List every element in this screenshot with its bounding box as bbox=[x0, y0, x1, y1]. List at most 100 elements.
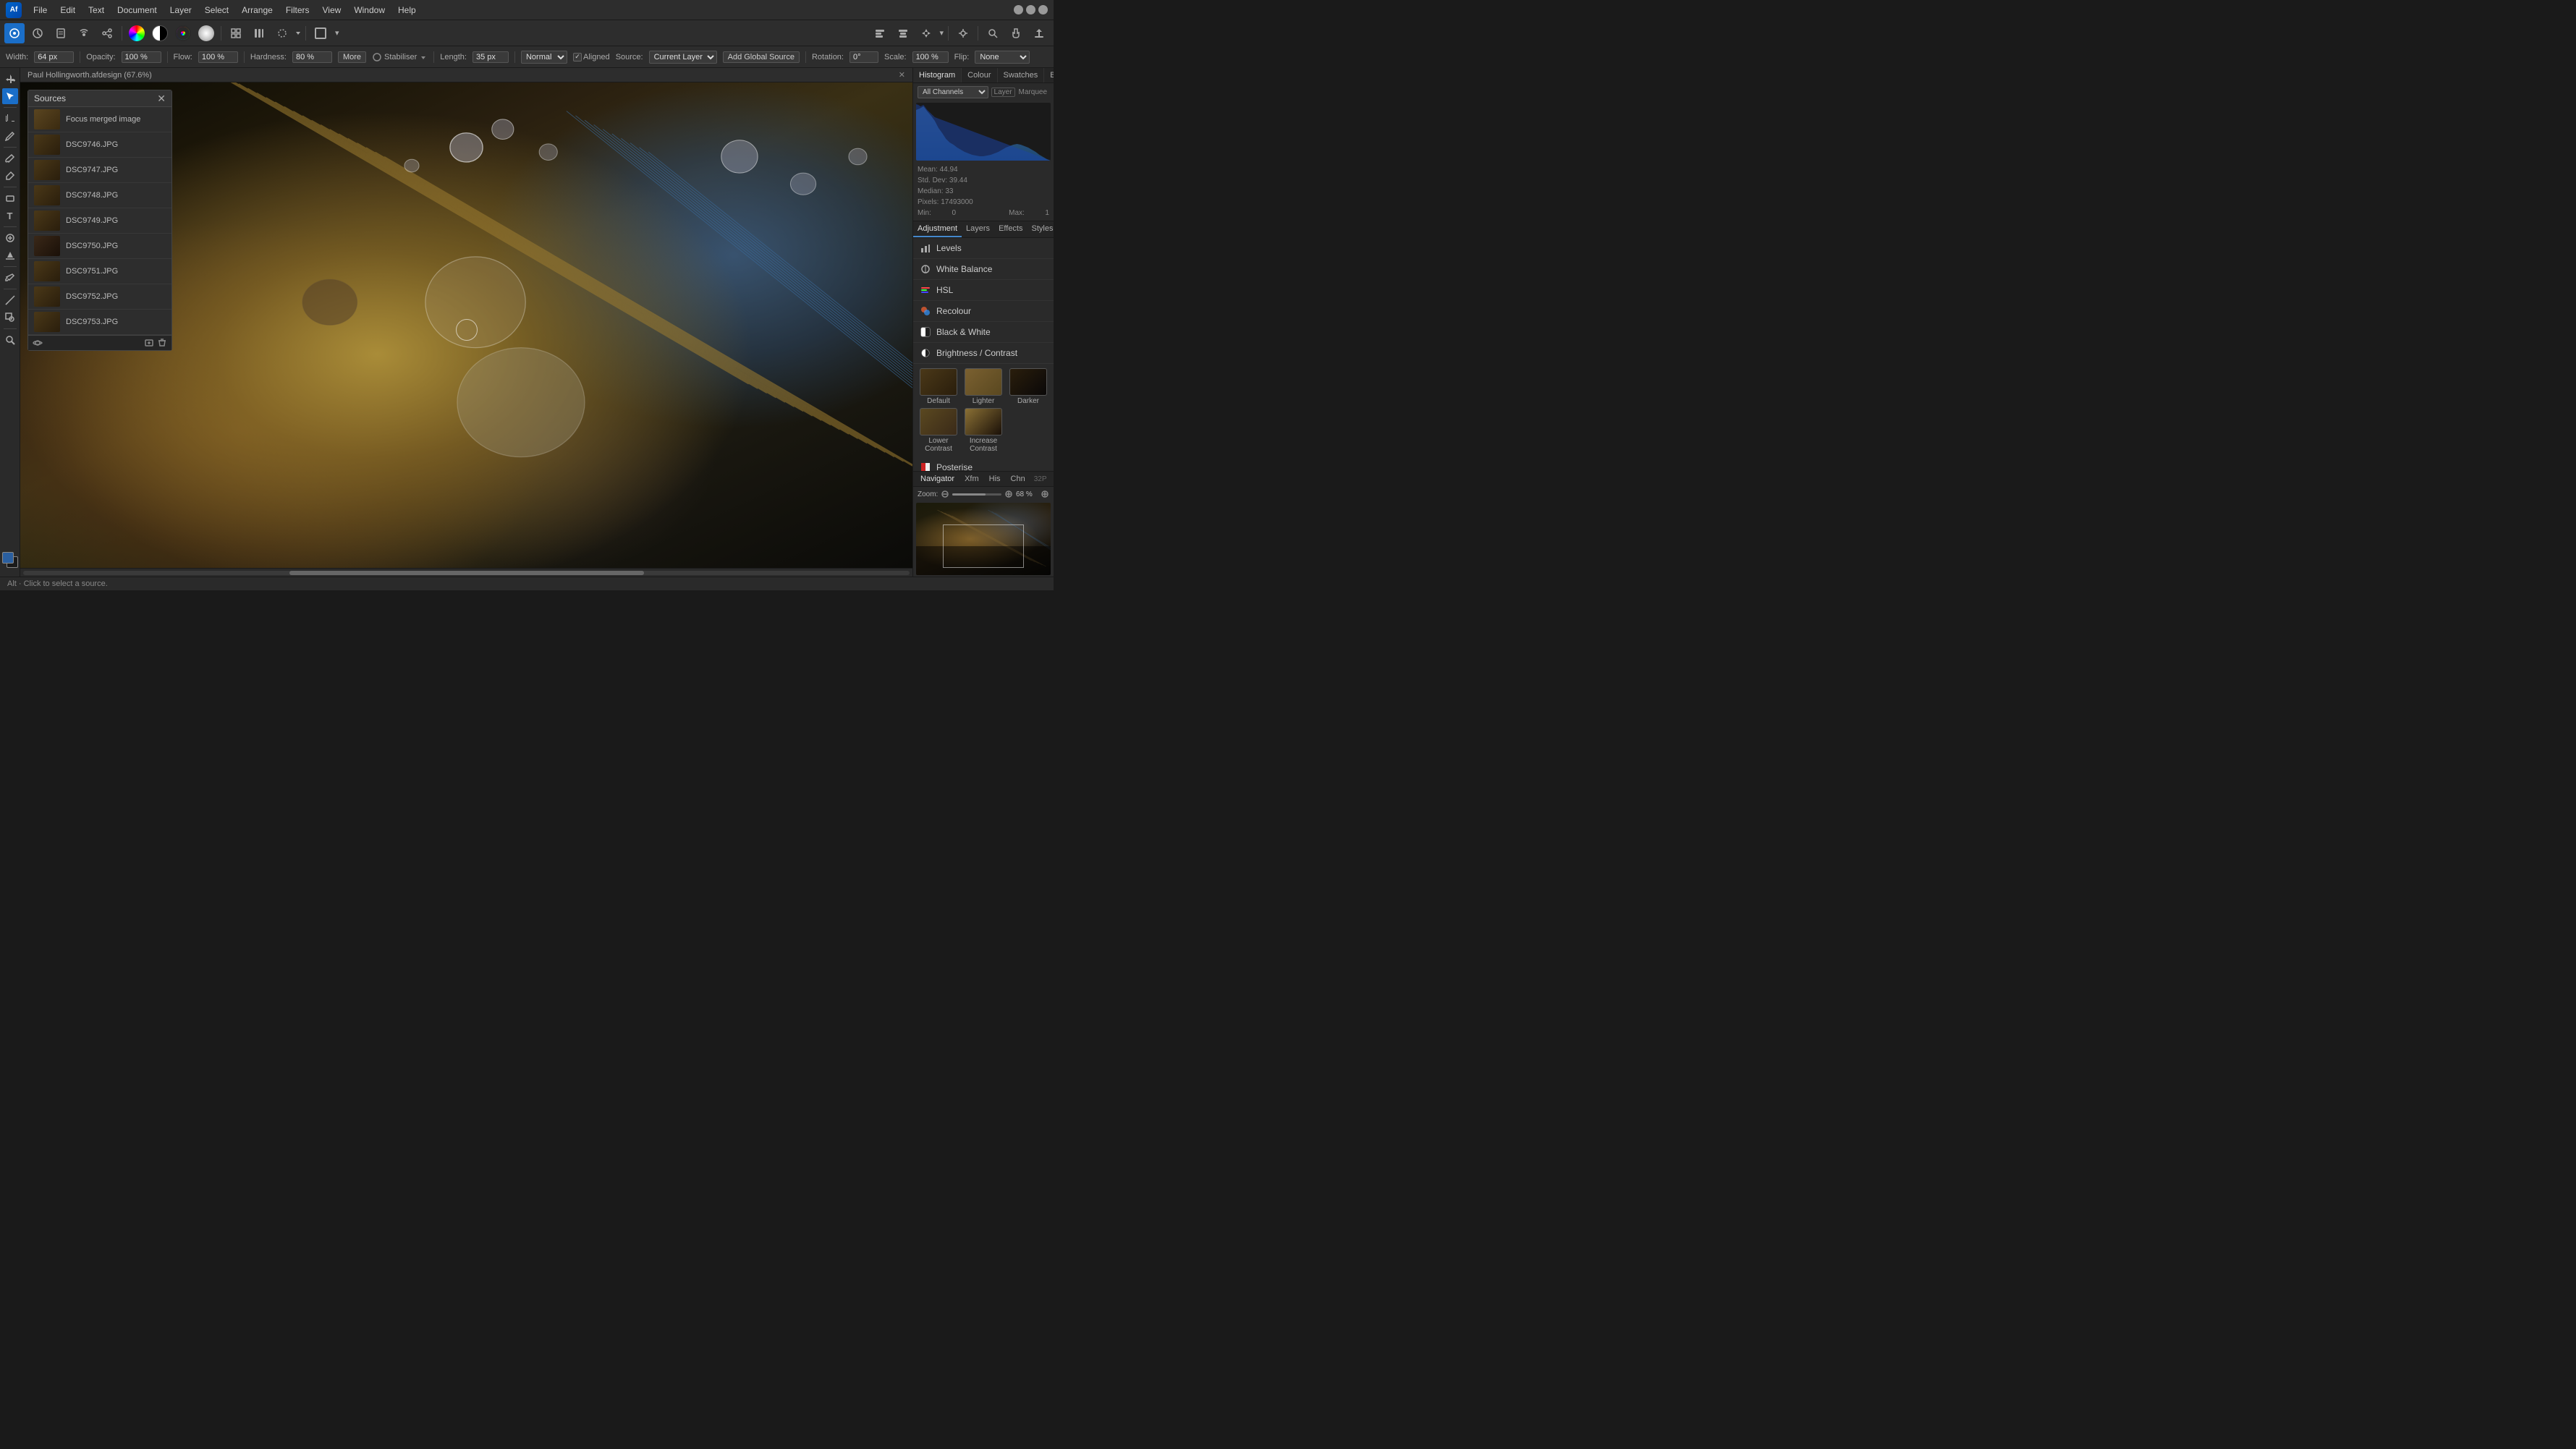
foreground-color-swatch[interactable] bbox=[2, 552, 14, 564]
tab-histogram[interactable]: Histogram bbox=[913, 68, 962, 82]
adj-levels[interactable]: Levels bbox=[913, 238, 1054, 259]
arr-dropdown[interactable]: ▾ bbox=[939, 28, 944, 38]
width-input[interactable] bbox=[34, 51, 74, 63]
horizontal-scrollbar[interactable] bbox=[20, 568, 912, 577]
persona-share-btn[interactable] bbox=[97, 23, 117, 43]
source-item-1[interactable]: DSC9747.JPG bbox=[28, 158, 171, 183]
color-ring-btn[interactable] bbox=[173, 23, 193, 43]
shape-tool[interactable] bbox=[2, 190, 18, 206]
tab-swatches[interactable]: Swatches bbox=[998, 68, 1045, 82]
zoom-reset-btn[interactable] bbox=[983, 23, 1003, 43]
clone-tool[interactable] bbox=[2, 230, 18, 246]
marquee-btn[interactable] bbox=[272, 23, 292, 43]
eye-icon[interactable] bbox=[33, 338, 43, 348]
menu-filters[interactable]: Filters bbox=[280, 4, 315, 17]
adj-tab-adjustment[interactable]: Adjustment bbox=[913, 221, 962, 237]
scale-input[interactable] bbox=[912, 51, 949, 63]
minimize-button[interactable] bbox=[1014, 5, 1023, 14]
source-item-6[interactable]: DSC9752.JPG bbox=[28, 284, 171, 310]
adj-tab-effects[interactable]: Effects bbox=[994, 221, 1027, 237]
menu-select[interactable]: Select bbox=[199, 4, 234, 17]
source-item-focus[interactable]: Focus merged image bbox=[28, 107, 171, 132]
nav-tab-chn[interactable]: Chn bbox=[1008, 474, 1028, 484]
persona-history-btn[interactable] bbox=[27, 23, 48, 43]
measure-tool[interactable] bbox=[2, 292, 18, 308]
nav-tab-navigator[interactable]: Navigator bbox=[918, 474, 957, 484]
rotation-input[interactable] bbox=[850, 51, 878, 63]
length-input[interactable] bbox=[473, 51, 509, 63]
adj-tab-styles[interactable]: Styles bbox=[1028, 221, 1054, 237]
source-select[interactable]: Current Layer All Layers bbox=[649, 51, 717, 64]
blend-mode-select[interactable]: Normal Multiply Screen bbox=[521, 51, 567, 64]
paint-tool[interactable] bbox=[2, 150, 18, 166]
preset-darker[interactable]: Darker bbox=[1007, 368, 1049, 405]
move-tool[interactable] bbox=[2, 71, 18, 87]
light-circle-btn[interactable] bbox=[196, 23, 216, 43]
text-tool[interactable]: T bbox=[2, 208, 18, 224]
menu-document[interactable]: Document bbox=[111, 4, 163, 17]
flow-input[interactable] bbox=[198, 51, 238, 63]
select-tool[interactable] bbox=[2, 88, 18, 104]
adj-hsl[interactable]: HSL bbox=[913, 280, 1054, 301]
persona-broadcast-btn[interactable] bbox=[74, 23, 94, 43]
canvas-area[interactable]: Sources ✕ Focus merged image DSC9746.JPG… bbox=[20, 82, 912, 577]
scrollbar-track[interactable] bbox=[23, 571, 910, 575]
aligned-checkbox[interactable]: ✓ bbox=[573, 53, 582, 61]
maximize-button[interactable] bbox=[1026, 5, 1035, 14]
persona-photo-btn[interactable] bbox=[4, 23, 25, 43]
tab-brushes[interactable]: Brushes bbox=[1044, 68, 1054, 82]
persona-document-btn[interactable] bbox=[51, 23, 71, 43]
adj-brightness-contrast[interactable]: Brightness / Contrast bbox=[913, 343, 1054, 364]
nav-tab-xfm[interactable]: Xfm bbox=[962, 474, 982, 484]
hand-btn[interactable] bbox=[1006, 23, 1026, 43]
snapping-btn[interactable] bbox=[953, 23, 973, 43]
add-global-source-button[interactable]: Add Global Source bbox=[723, 51, 800, 63]
scrollbar-thumb[interactable] bbox=[289, 571, 644, 575]
menu-window[interactable]: Window bbox=[348, 4, 391, 17]
close-file-btn[interactable]: ✕ bbox=[899, 70, 905, 80]
eyedropper-tool[interactable] bbox=[2, 270, 18, 286]
align-center-btn[interactable] bbox=[893, 23, 913, 43]
menu-help[interactable]: Help bbox=[392, 4, 422, 17]
new-layer-icon[interactable] bbox=[144, 338, 154, 348]
preset-lower-contrast[interactable]: Lower Contrast bbox=[918, 408, 959, 453]
arr-tools-btn[interactable] bbox=[916, 23, 936, 43]
square-icon-btn[interactable] bbox=[310, 23, 331, 43]
zoom-add-icon[interactable] bbox=[1041, 490, 1049, 498]
nav-tab-his[interactable]: His bbox=[986, 474, 1004, 484]
navigator-viewport[interactable] bbox=[943, 524, 1024, 568]
source-item-2[interactable]: DSC9748.JPG bbox=[28, 183, 171, 208]
source-item-3[interactable]: DSC9749.JPG bbox=[28, 208, 171, 234]
menu-file[interactable]: File bbox=[27, 4, 53, 17]
align-left-btn[interactable] bbox=[870, 23, 890, 43]
zoom-tool[interactable] bbox=[2, 332, 18, 348]
menu-edit[interactable]: Edit bbox=[54, 4, 81, 17]
source-item-7[interactable]: DSC9753.JPG bbox=[28, 310, 171, 335]
zoom-slider[interactable] bbox=[952, 493, 1001, 496]
menu-view[interactable]: View bbox=[317, 4, 347, 17]
tab-colour[interactable]: Colour bbox=[962, 68, 997, 82]
toolbar-dropdown-arrow[interactable]: ▾ bbox=[334, 28, 341, 38]
half-tone-btn[interactable] bbox=[150, 23, 170, 43]
marquee-dropdown[interactable] bbox=[295, 28, 301, 38]
more-button[interactable]: More bbox=[338, 51, 366, 63]
source-item-4[interactable]: DSC9750.JPG bbox=[28, 234, 171, 259]
columns-view-btn[interactable] bbox=[249, 23, 269, 43]
transform-tool[interactable] bbox=[2, 310, 18, 326]
preset-increase-contrast[interactable]: Increase Contrast bbox=[962, 408, 1004, 453]
delete-layer-icon[interactable] bbox=[157, 338, 167, 348]
adj-posterise[interactable]: Posterise bbox=[913, 457, 1054, 471]
adj-black-white[interactable]: Black & White bbox=[913, 322, 1054, 343]
source-item-5[interactable]: DSC9751.JPG bbox=[28, 259, 171, 284]
source-item-0[interactable]: DSC9746.JPG bbox=[28, 132, 171, 158]
channel-select[interactable]: All Channels Red Green Blue bbox=[918, 86, 988, 98]
fill-tool[interactable] bbox=[2, 247, 18, 263]
pen-tool[interactable] bbox=[2, 128, 18, 144]
hardness-input[interactable] bbox=[292, 51, 332, 63]
preset-default[interactable]: Default bbox=[918, 368, 959, 405]
menu-arrange[interactable]: Arrange bbox=[236, 4, 279, 17]
adj-tab-layers[interactable]: Layers bbox=[962, 221, 994, 237]
menu-text[interactable]: Text bbox=[82, 4, 110, 17]
layer-mode-btn[interactable]: Layer bbox=[991, 88, 1015, 97]
flip-select[interactable]: None Horizontal Vertical bbox=[975, 51, 1030, 64]
